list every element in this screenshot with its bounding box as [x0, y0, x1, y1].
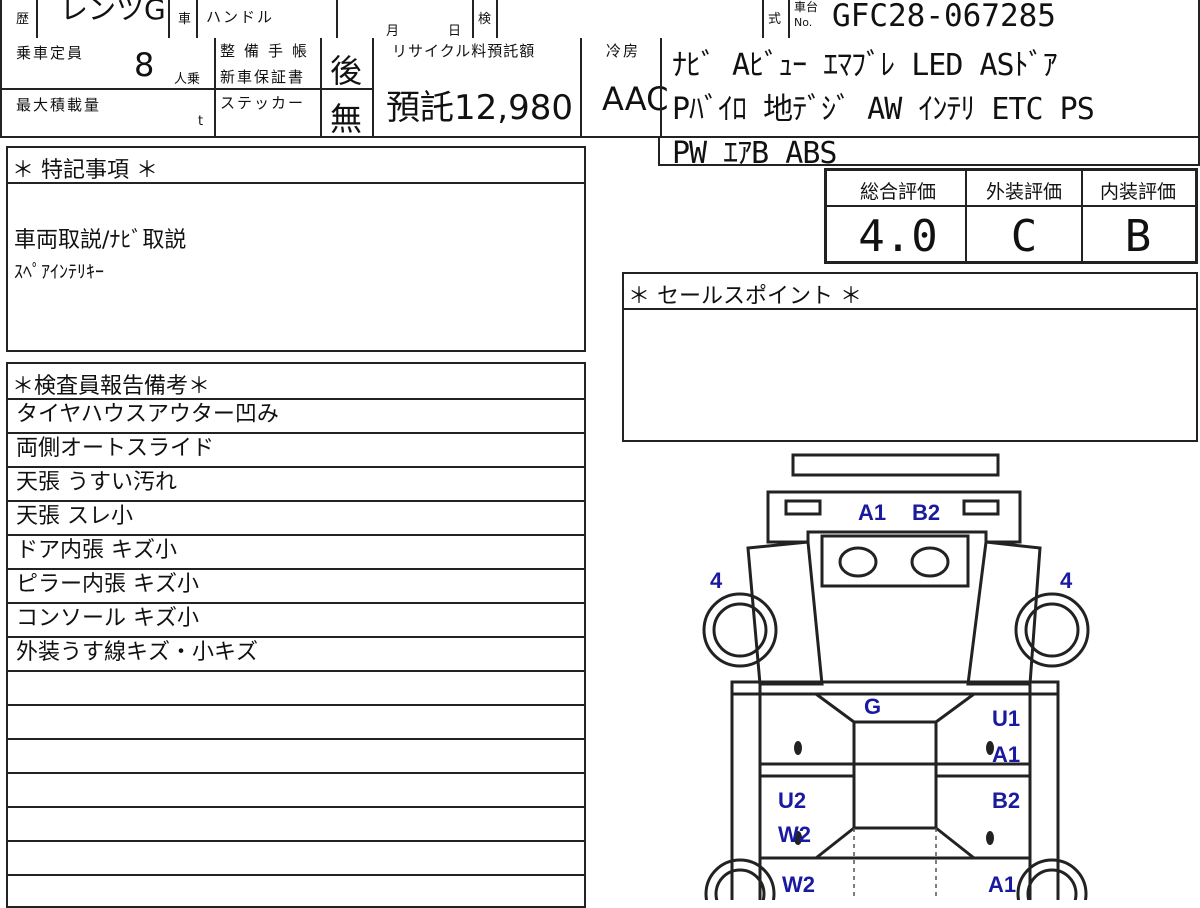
vehicle-outline-diagram [702, 453, 1090, 900]
aircon-label: 冷房 [606, 42, 641, 60]
damage-label-right-4: A1 [988, 872, 1017, 897]
overall-grade-label: 総合評価 [859, 181, 936, 203]
damage-label-front-left: A1 [858, 500, 887, 525]
recycle-label: リサイクル料預託額 [392, 42, 536, 60]
aircon-value: AAC [602, 80, 669, 118]
interior-grade-label: 内装評価 [1099, 181, 1176, 203]
day-label: 日 [448, 24, 462, 39]
handle-label: ハンドル [206, 8, 275, 26]
exterior-grade-label: 外装評価 [985, 181, 1062, 203]
capacity-value: 8 [134, 46, 155, 84]
damage-label-left-3: W2 [782, 872, 815, 897]
maintenance-value: 後 [330, 52, 363, 90]
inspector-note-item: 両側オートスライド [16, 436, 215, 461]
vehicle-damage-map: A1 B2 4 4 G U1 A1 B2 U2 W2 W2 A1 [690, 448, 1110, 900]
month-label: 月 [386, 24, 400, 39]
chassis-label-bottom: No. [794, 16, 813, 29]
model-name-cut: レンツG [60, 0, 166, 26]
maintenance-label: 整備手帳 [220, 42, 317, 60]
inspector-notes-box: ＊検査員報告備考＊ タイヤハウスアウター凹み 両側オートスライド 天張 うすい汚… [6, 362, 586, 908]
inspector-note-item: 天張 うすい汚れ [16, 470, 177, 495]
type-label: 式 [768, 12, 782, 27]
damage-label-right-1: U1 [992, 706, 1021, 731]
damage-label-left-2: W2 [778, 822, 811, 847]
damage-label-right-3: B2 [992, 788, 1021, 813]
inspector-note-item: タイヤハウスアウター凹み [16, 402, 279, 427]
special-notes-title: ＊ 特記事項 ＊ [12, 158, 158, 183]
equipment-list: ﾅﾋﾞ Aﾋﾞｭｰ ｴﾏﾌﾞﾚ LED ASﾄﾞｱ Pﾊﾞｲﾛ 地ﾃﾞｼﾞ AW… [672, 44, 1095, 176]
interior-grade-value: B [1124, 211, 1152, 262]
overall-grade-value: 4.0 [858, 211, 938, 262]
max-load-unit: t [198, 114, 204, 129]
capacity-label: 乗車定員 [16, 44, 85, 62]
equipment-line: Pﾊﾞｲﾛ 地ﾃﾞｼﾞ AW ｲﾝﾃﾘ ETC PS [672, 92, 1095, 127]
damage-label-right-2: A1 [992, 742, 1021, 767]
grade-panel: 総合評価 外装評価 内装評価 4.0 C B [824, 168, 1198, 264]
sales-point-title: ＊ セールスポイント ＊ [628, 284, 862, 309]
inspector-notes-title: ＊検査員報告備考＊ [12, 374, 211, 399]
history-label: 歴 [16, 12, 30, 27]
capacity-unit: 人乗 [174, 72, 201, 87]
damage-label-front-right: B2 [912, 500, 941, 525]
inspector-note-item: ピラー内張 キズ小 [16, 572, 199, 597]
damage-label-glass: G [864, 694, 882, 719]
inspection-label: 検 [478, 12, 492, 27]
recycle-value: 預託12,980 [386, 88, 573, 128]
spec-row: 乗車定員 8 人乗 最大積載量 t 整備手帳 新車保証書 ステッカー 後 無 リ… [0, 38, 1200, 171]
chassis-number: GFC28-067285 [832, 0, 1056, 34]
inspector-note-item: 外装うす線キズ・小キズ [16, 640, 259, 665]
sales-point-box: ＊ セールスポイント ＊ [622, 272, 1198, 442]
sticker-label: ステッカー [220, 94, 306, 112]
inspector-note-item: コンソール キズ小 [16, 606, 199, 631]
damage-label-left-1: U2 [778, 788, 807, 813]
inspector-note-item: ドア内張 キズ小 [16, 538, 177, 563]
special-note-line: 車両取説/ﾅﾋﾞ取説 [14, 228, 187, 253]
exterior-grade-value: C [1010, 211, 1038, 262]
sticker-value: 無 [330, 100, 363, 138]
damage-label-wheel-left: 4 [710, 568, 723, 593]
equipment-line: ﾅﾋﾞ Aﾋﾞｭｰ ｴﾏﾌﾞﾚ LED ASﾄﾞｱ [672, 48, 1058, 83]
damage-label-wheel-right: 4 [1060, 568, 1073, 593]
inspector-note-item: 天張 スレ小 [16, 504, 133, 529]
warranty-label: 新車保証書 [220, 68, 306, 86]
chassis-label-top: 車台 [794, 0, 819, 14]
car-label: 車 [178, 12, 192, 27]
max-load-label: 最大積載量 [16, 96, 102, 114]
special-notes-box: ＊ 特記事項 ＊ 車両取説/ﾅﾋﾞ取説 ｽﾍﾟｱｲﾝﾃﾘｷｰ [6, 146, 586, 352]
header-strip: 歴 レンツG 車 ハンドル 月 日 検 式 車台 No. GFC28-06728… [0, 0, 1200, 40]
special-note-line: ｽﾍﾟｱｲﾝﾃﾘｷｰ [14, 262, 104, 283]
